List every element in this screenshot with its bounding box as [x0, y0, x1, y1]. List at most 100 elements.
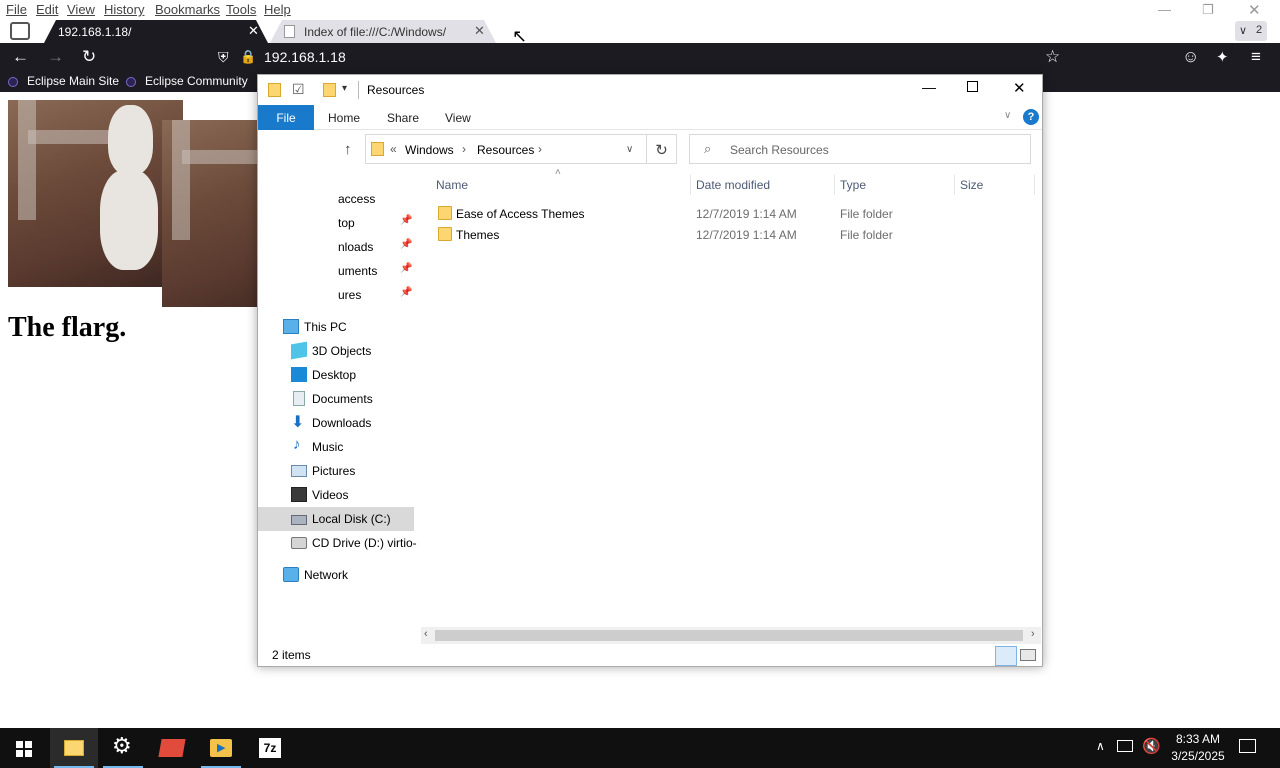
tab-close-icon[interactable]: ✕ — [248, 23, 259, 39]
nav-music[interactable]: ♪ Music — [258, 435, 414, 459]
tab-close-icon[interactable]: ✕ — [474, 23, 485, 39]
nav-downloads-pinned[interactable]: nloads 📌 — [258, 235, 414, 259]
bookmark-star-icon[interactable]: ☆ — [1045, 47, 1060, 67]
scrollbar-thumb[interactable] — [435, 630, 1023, 641]
overflow-icon[interactable]: « — [390, 142, 397, 156]
close-icon[interactable]: ✕ — [1013, 79, 1026, 97]
account-icon[interactable]: ☺ — [1182, 47, 1199, 67]
ribbon-tab-share[interactable]: Share — [387, 111, 419, 125]
forward-arrow-icon[interactable]: → — [47, 47, 64, 67]
menu-help[interactable]: Help — [264, 2, 291, 17]
bookmark-eclipse-main[interactable]: Eclipse Main Site — [27, 74, 119, 88]
column-name[interactable]: Name — [436, 178, 468, 192]
nav-downloads[interactable]: ⬇ Downloads — [258, 411, 414, 435]
nav-documents-pinned[interactable]: uments 📌 — [258, 259, 414, 283]
up-arrow-icon[interactable]: ↑ — [344, 141, 352, 158]
shield-icon[interactable]: ⛨ — [218, 49, 229, 66]
address-bar[interactable]: « Windows › Resources › ∨ — [365, 134, 647, 164]
nav-pictures[interactable]: Pictures — [258, 459, 414, 483]
column-type[interactable]: Type — [840, 178, 866, 192]
restore-icon[interactable]: ❐ — [1202, 2, 1214, 18]
column-size[interactable]: Size — [960, 178, 983, 192]
tab-list-button[interactable]: ∨ 2 — [1235, 21, 1267, 41]
nav-network[interactable]: Network — [258, 563, 414, 587]
nav-pictures-pinned[interactable]: ures 📌 — [258, 283, 414, 307]
nav-desktop-pinned[interactable]: top 📌 — [258, 211, 414, 235]
minimize-icon[interactable]: — — [922, 79, 936, 95]
back-arrow-icon[interactable]: ← — [12, 47, 29, 67]
drive-icon — [291, 515, 307, 525]
breadcrumb-resources[interactable]: Resources — [477, 143, 534, 157]
taskbar: ⚙ ▶ 7z ∧ 🔇 8:33 AM 3/25/2025 — [0, 728, 1280, 768]
expand-ribbon-icon[interactable]: ∨ — [1004, 110, 1011, 121]
folder-icon — [371, 142, 384, 156]
maximize-icon[interactable] — [967, 81, 978, 92]
nav-cd-drive[interactable]: CD Drive (D:) virtio- — [258, 531, 417, 555]
horizontal-scrollbar[interactable]: ‹ › — [421, 627, 1041, 644]
menu-bookmarks[interactable]: Bookmarks — [155, 2, 220, 17]
ribbon-tab-file[interactable]: File — [258, 105, 314, 130]
quick-access-dropdown-icon[interactable]: ▾ — [342, 83, 347, 94]
reload-icon[interactable]: ↻ — [82, 47, 96, 67]
nav-local-disk[interactable]: Local Disk (C:) — [258, 507, 414, 531]
folder-icon — [268, 83, 281, 97]
refresh-button[interactable]: ↻ — [647, 134, 677, 164]
play-icon: ▶ — [217, 742, 226, 754]
help-icon[interactable]: ? — [1023, 109, 1039, 125]
nav-desktop[interactable]: Desktop — [258, 363, 414, 387]
extensions-icon[interactable]: ✦ — [1216, 48, 1229, 66]
notifications-icon[interactable] — [1239, 739, 1256, 753]
scroll-right-icon[interactable]: › — [1031, 628, 1035, 640]
close-window-icon[interactable]: ✕ — [1248, 1, 1261, 19]
url-bar[interactable]: 192.168.1.18 — [264, 49, 346, 65]
bookmark-eclipse-community[interactable]: Eclipse Community — [145, 74, 248, 88]
menu-view[interactable]: View — [67, 2, 95, 17]
menu-file[interactable]: File — [6, 2, 27, 17]
volume-muted-icon[interactable]: 🔇 — [1142, 737, 1161, 755]
details-view-icon[interactable] — [995, 646, 1017, 666]
navigation-pane: access top 📌 nloads 📌 uments 📌 ures 📌 This P… — [258, 175, 418, 623]
taskbar-app[interactable] — [148, 728, 196, 768]
file-row[interactable]: Ease of Access Themes 12/7/2019 1:14 AM … — [428, 203, 1028, 224]
scroll-left-icon[interactable]: ‹ — [424, 628, 428, 640]
menu-edit[interactable]: Edit — [36, 2, 58, 17]
new-folder-icon[interactable] — [323, 83, 336, 97]
eclipse-icon — [126, 77, 136, 87]
hamburger-menu-icon[interactable]: ≡ — [1251, 47, 1261, 67]
taskbar-7zip[interactable]: 7z — [246, 728, 294, 768]
cube-icon — [291, 341, 307, 360]
menu-tools[interactable]: Tools — [226, 2, 256, 17]
chevron-right-icon[interactable]: › — [462, 142, 466, 156]
tab-inactive[interactable]: Index of file:///C:/Windows/ ✕ — [270, 20, 496, 43]
pin-icon: 📌 — [400, 263, 413, 274]
minimize-icon[interactable]: — — [1158, 2, 1171, 17]
taskbar-file-explorer[interactable] — [50, 728, 98, 768]
tab-title: 192.168.1.18/ — [58, 25, 132, 39]
nav-videos[interactable]: Videos — [258, 483, 414, 507]
lock-icon[interactable]: 🔒 — [240, 49, 256, 65]
taskbar-media-player[interactable]: ▶ — [197, 728, 245, 768]
search-box[interactable]: ⌕ Search Resources — [689, 134, 1031, 164]
file-row[interactable]: Themes 12/7/2019 1:14 AM File folder — [428, 224, 1028, 245]
chevron-down-icon[interactable]: ∨ — [626, 144, 633, 155]
column-date-modified[interactable]: Date modified — [696, 178, 770, 192]
network-status-icon[interactable] — [1117, 740, 1133, 752]
tab-active[interactable]: 192.168.1.18/ ✕ — [44, 20, 268, 43]
tab-title: Index of file:///C:/Windows/ — [304, 25, 447, 39]
taskbar-settings[interactable]: ⚙ — [99, 728, 147, 768]
menu-history[interactable]: History — [104, 2, 144, 17]
properties-icon[interactable]: ☑ — [292, 81, 305, 98]
show-hidden-icons[interactable]: ∧ — [1096, 739, 1105, 753]
start-button[interactable] — [0, 728, 48, 768]
breadcrumb-windows[interactable]: Windows — [405, 143, 454, 157]
nav-3d-objects[interactable]: 3D Objects — [258, 339, 414, 363]
chevron-right-icon[interactable]: › — [538, 142, 542, 156]
large-icons-view-icon[interactable] — [1020, 649, 1036, 661]
tab-overview-icon[interactable] — [10, 22, 30, 40]
nav-documents[interactable]: Documents — [258, 387, 414, 411]
ribbon-tab-view[interactable]: View — [445, 111, 471, 125]
nav-quick-access[interactable]: access — [258, 187, 414, 211]
nav-this-pc[interactable]: This PC — [258, 315, 414, 339]
ribbon-tab-home[interactable]: Home — [328, 111, 360, 125]
clock[interactable]: 8:33 AM 3/25/2025 — [1163, 731, 1233, 765]
